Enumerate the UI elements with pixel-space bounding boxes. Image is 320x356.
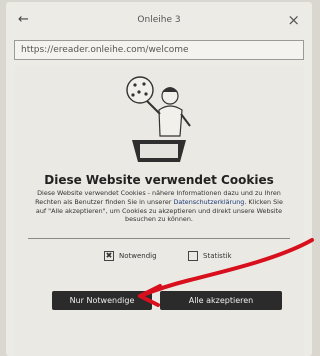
red-annotation-arrow [138, 238, 314, 307]
